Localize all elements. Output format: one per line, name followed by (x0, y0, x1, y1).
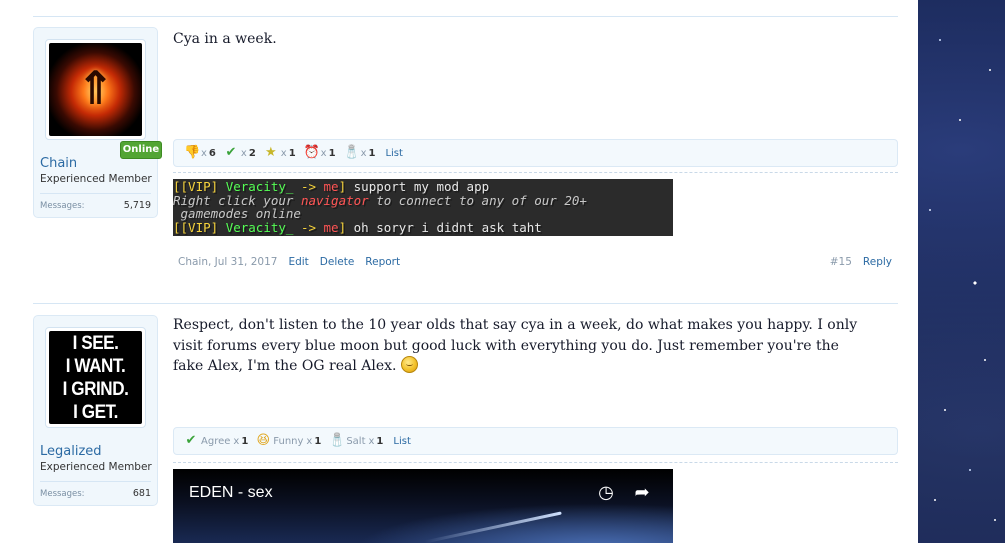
divider (40, 193, 151, 194)
report-link[interactable]: Report (365, 256, 400, 268)
rating-salt[interactable]: 🧂 x 1 (344, 146, 376, 160)
signature-segment: to connect to any of our 20+ (368, 192, 587, 208)
checkmark-icon: ✔ (225, 145, 237, 160)
avatar-image: I SEE. I WANT. I GRIND. I GET. (49, 331, 142, 424)
funny-face-icon: 😆 (256, 433, 271, 448)
ratings-bar: 👎 x 6 ✔ x 2 ★ x 1 ⏰ x 1 🧂 x 1 List (173, 139, 898, 167)
author-date-link[interactable]: Chain, Jul 31, 2017 (178, 256, 277, 268)
avatar-text: I SEE. I WANT. I GRIND. I GET. (62, 332, 129, 423)
rating-star[interactable]: ★ x 1 (264, 146, 296, 160)
username-link[interactable]: Chain (40, 156, 77, 171)
signature-line: [[VIP] Veracity_ -> me] support my mod a… (173, 180, 673, 194)
signature-line: [[VIP] Veracity_ -> me] oh soryr i didnt… (173, 219, 673, 235)
signature-line: gamemodes online (173, 207, 673, 221)
signature-segment: -> (300, 219, 324, 235)
reply-link[interactable]: Reply (863, 256, 892, 268)
signature-segment: me (323, 219, 339, 235)
user-title: Experienced Member (40, 173, 152, 185)
arrow-up-icon: ⇑ (76, 61, 115, 115)
delete-link[interactable]: Delete (320, 256, 355, 268)
rating-thumbs-down[interactable]: 👎 x 6 (184, 146, 216, 160)
signature-segment: [[VIP] (173, 219, 226, 235)
salt-shaker-icon: 🧂 (329, 433, 346, 448)
messages-label: Messages: (40, 489, 85, 499)
message-body: Respect, don't listen to the 10 year old… (173, 317, 858, 374)
rating-funny[interactable]: 😆 Funny x 1 (256, 433, 322, 448)
messages-label: Messages: (40, 201, 85, 211)
rating-salt[interactable]: 🧂 Salt x 1 (329, 434, 383, 448)
signature-segment: navigator (300, 192, 369, 208)
video-embed[interactable]: EDEN - sex ◷ ➦ (173, 469, 673, 543)
divider (33, 303, 898, 304)
signature-segment: Veracity_ (225, 219, 301, 235)
signature-line: Right click your navigator to connect to… (173, 192, 673, 208)
avatar[interactable]: I SEE. I WANT. I GRIND. I GET. (45, 327, 146, 428)
comet-graphic (424, 511, 562, 543)
ratings-bar: ✔ Agree x 1 😆 Funny x 1 🧂 Salt x 1 List (173, 427, 898, 455)
signature-segment: ] (338, 219, 354, 235)
video-title[interactable]: EDEN - sex (189, 484, 273, 502)
signature-image: [[VIP] Veracity_ -> me] support my mod a… (173, 179, 673, 236)
checkmark-icon: ✔ (185, 433, 197, 448)
avatar[interactable]: ⇑ (45, 39, 146, 140)
signature-divider (173, 462, 898, 463)
ratings-list-link[interactable]: List (385, 148, 402, 159)
username-link[interactable]: Legalized (40, 444, 102, 459)
star-icon: ★ (264, 145, 277, 160)
rating-checkmark[interactable]: ✔ x 2 (224, 145, 255, 160)
signature-segment: oh soryr i didnt ask taht (353, 219, 542, 235)
divider (40, 481, 151, 482)
message-meta: Chain, Jul 31, 2017 Edit Delete Report (178, 256, 400, 268)
user-info-panel: ⇑ Online Chain Experienced Member Messag… (33, 27, 162, 218)
thread-content: ⇑ Online Chain Experienced Member Messag… (0, 0, 918, 543)
signature-divider (173, 172, 898, 173)
clock-icon[interactable]: ◷ (595, 482, 617, 504)
alarm-clock-icon: ⏰ (303, 145, 320, 160)
share-icon[interactable]: ➦ (631, 482, 653, 504)
edit-link[interactable]: Edit (288, 256, 308, 268)
avatar-image: ⇑ (49, 43, 142, 136)
message-actions: #15 Reply (830, 256, 892, 268)
user-title: Experienced Member (40, 461, 152, 473)
online-badge: Online (120, 141, 162, 159)
smiley-icon (400, 356, 418, 373)
rating-agree[interactable]: ✔ Agree x 1 (184, 433, 249, 448)
rating-alarm[interactable]: ⏰ x 1 (304, 146, 336, 160)
messages-count: 681 (132, 488, 151, 499)
salt-shaker-icon: 🧂 (343, 145, 360, 160)
ratings-list-link[interactable]: List (393, 436, 410, 447)
post-number-link[interactable]: #15 (830, 256, 852, 268)
divider (33, 16, 898, 17)
message-body: Cya in a week. (173, 31, 277, 47)
thumbs-down-icon: 👎 (184, 145, 201, 160)
messages-count: 5,719 (123, 200, 151, 211)
user-info-panel: I SEE. I WANT. I GRIND. I GET. Legalized… (33, 315, 158, 506)
